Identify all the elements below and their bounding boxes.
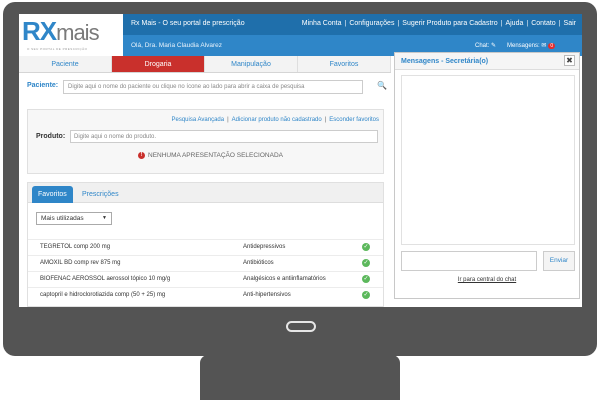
monitor-stand — [200, 355, 400, 400]
search-icon[interactable]: 🔍 — [377, 81, 387, 90]
produto-links: Pesquisa Avançada | Adicionar produto não… — [171, 117, 380, 123]
warning-text: NENHUMA APRESENTAÇÃO SELECIONADA — [148, 152, 283, 159]
row-name: TEGRETOL comp 200 mg — [40, 244, 111, 250]
table-row[interactable]: AMOXIL BD comp rev 875 mg Antibióticos ✓ — [28, 255, 383, 271]
close-icon[interactable]: ✖ — [564, 55, 575, 66]
link-sair[interactable]: Sair — [564, 20, 576, 27]
tab-favoritos-list[interactable]: Favoritos — [32, 186, 73, 203]
screen: RXmais O SEU PORTAL DE PRESCRIÇÃO Rx Mai… — [19, 14, 582, 307]
paciente-input[interactable]: Digite aqui o nome do paciente ou clique… — [63, 80, 363, 94]
paciente-label: Paciente: — [27, 82, 59, 89]
paciente-search: Paciente: Digite aqui o nome do paciente… — [27, 80, 389, 94]
envelope-icon: ✉ — [541, 43, 547, 49]
chat-title: Mensagens - Secretária(o) — [401, 58, 489, 65]
favoritos-tabs: Favoritos Prescrições — [28, 183, 383, 203]
tab-drogaria[interactable]: Drogaria — [112, 56, 205, 72]
table-row[interactable]: BIOFENAC AEROSSOL aerossol tópico 10 mg/… — [28, 271, 383, 287]
chevron-down-icon: ▼ — [102, 215, 107, 221]
chat-input[interactable] — [401, 251, 537, 271]
check-icon[interactable]: ✓ — [362, 275, 370, 283]
check-icon[interactable]: ✓ — [362, 291, 370, 299]
filter-select[interactable]: Mais utilizadas ▼ — [36, 212, 112, 225]
user-greeting: Olá, Dra. Maria Claudia Alvarez — [131, 42, 223, 49]
link-configuracoes[interactable]: Configurações — [349, 20, 394, 27]
link-minha-conta[interactable]: Minha Conta — [302, 20, 342, 27]
tab-manipulacao[interactable]: Manipulação — [205, 56, 298, 72]
send-button[interactable]: Enviar — [543, 251, 575, 271]
check-icon[interactable]: ✓ — [362, 243, 370, 251]
top-bar: Rx Mais - O seu portal de prescrição Min… — [123, 14, 582, 35]
alert-icon: ! — [138, 152, 145, 159]
link-ajuda[interactable]: Ajuda — [505, 20, 523, 27]
produto-panel: Pesquisa Avançada | Adicionar produto não… — [27, 109, 384, 174]
messages-indicator[interactable]: Mensagens: ✉ 0 — [507, 42, 556, 49]
produto-input[interactable]: Digite aqui o nome do produto. — [70, 130, 378, 143]
table-row[interactable]: TEGRETOL comp 200 mg Antidepressivos ✓ — [28, 239, 383, 255]
logo-text: RXmais — [22, 16, 100, 47]
tab-paciente[interactable]: Paciente — [19, 56, 112, 72]
filter-select-value: Mais utilizadas — [41, 215, 84, 222]
tab-favoritos[interactable]: Favoritos — [298, 56, 391, 72]
link-pesquisa-avancada[interactable]: Pesquisa Avançada — [172, 117, 225, 123]
favoritos-rows: TEGRETOL comp 200 mg Antidepressivos ✓ A… — [28, 239, 383, 303]
row-name: AMOXIL BD comp rev 875 mg — [40, 260, 121, 266]
main-nav: Paciente Drogaria Manipulação Favoritos — [19, 56, 391, 73]
chat-header: Mensagens - Secretária(o) ✖ — [395, 53, 579, 70]
logo-rx: RX — [22, 16, 57, 46]
messages-badge: 0 — [548, 43, 556, 49]
link-esconder-favoritos[interactable]: Esconder favoritos — [329, 117, 379, 123]
power-button-icon — [286, 321, 316, 332]
chat-central-link[interactable]: Ir para central do chat — [395, 277, 579, 283]
chat-window: Mensagens - Secretária(o) ✖ Enviar Ir pa… — [394, 52, 580, 299]
top-links: Minha Conta | Configurações | Sugerir Prod… — [301, 20, 576, 27]
favoritos-panel: Favoritos Prescrições Mais utilizadas ▼ … — [27, 182, 384, 307]
row-category: Antibióticos — [243, 260, 274, 266]
chat-messages — [401, 75, 575, 245]
chat-indicator[interactable]: Chat: ✎ — [475, 42, 496, 49]
row-name: captopril e hidroclorotiazida comp (50 +… — [40, 292, 166, 298]
row-category: Analgésicos e antiinflamatórios — [243, 276, 326, 282]
no-selection-warning: ! NENHUMA APRESENTAÇÃO SELECIONADA — [138, 152, 283, 159]
messages-label: Mensagens: — [507, 43, 540, 49]
chat-icon: ✎ — [491, 43, 497, 49]
row-name: BIOFENAC AEROSSOL aerossol tópico 10 mg/… — [40, 276, 171, 282]
check-icon[interactable]: ✓ — [362, 259, 370, 267]
logo[interactable]: RXmais O SEU PORTAL DE PRESCRIÇÃO — [19, 14, 123, 56]
row-category: Antidepressivos — [243, 244, 286, 250]
chat-label: Chat: — [475, 43, 490, 49]
table-row[interactable]: captopril e hidroclorotiazida comp (50 +… — [28, 287, 383, 303]
tab-prescricoes[interactable]: Prescrições — [76, 186, 125, 203]
logo-tagline: O SEU PORTAL DE PRESCRIÇÃO — [27, 47, 88, 51]
link-sugerir-produto[interactable]: Sugerir Produto para Cadastro — [402, 20, 497, 27]
row-category: Anti-hipertensivos — [243, 292, 291, 298]
logo-mais: mais — [56, 20, 99, 45]
link-contato[interactable]: Contato — [531, 20, 556, 27]
produto-label: Produto: — [36, 133, 66, 140]
link-adicionar-produto[interactable]: Adicionar produto não cadastrado — [232, 117, 322, 123]
app-title: Rx Mais - O seu portal de prescrição — [131, 20, 245, 27]
